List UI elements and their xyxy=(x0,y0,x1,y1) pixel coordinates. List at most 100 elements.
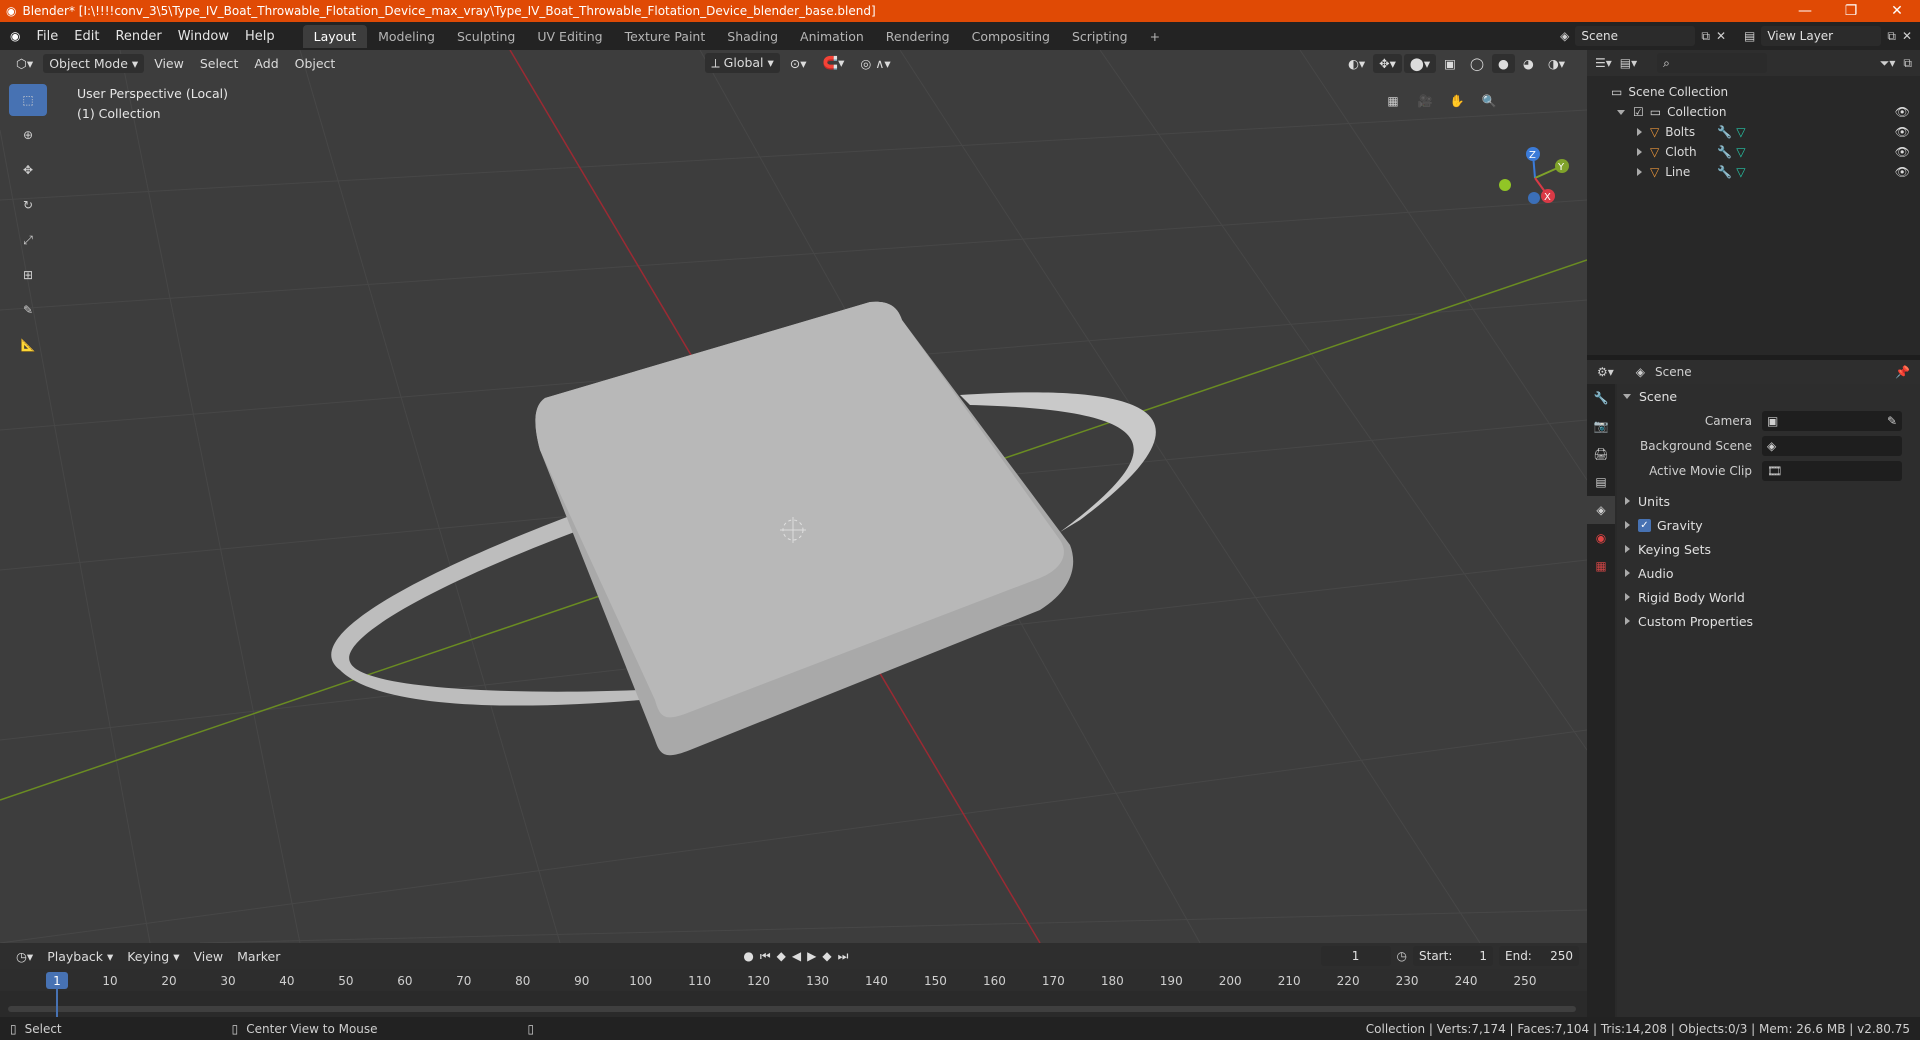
tab-scene[interactable]: ◈ xyxy=(1587,496,1615,524)
pan-hand-icon[interactable]: ✋ xyxy=(1444,88,1470,114)
blender-menu-icon[interactable]: ◉ xyxy=(0,29,28,43)
properties-editor-icon[interactable]: ⚙▾ xyxy=(1597,365,1614,379)
tab-uv-editing[interactable]: UV Editing xyxy=(526,25,613,48)
menu-object[interactable]: Object xyxy=(289,54,342,73)
camera-field[interactable]: ▣ ✎ xyxy=(1762,410,1902,431)
custom-properties-panel[interactable]: Custom Properties xyxy=(1617,609,1920,633)
xray-icon[interactable]: ▣ xyxy=(1438,54,1462,73)
snap-icon[interactable]: 🧲▾ xyxy=(817,53,851,73)
viewlayer-selector[interactable]: View Layer xyxy=(1761,26,1882,46)
end-frame-field[interactable]: End: 250 xyxy=(1499,946,1579,966)
next-keyframe-icon[interactable]: ◆ xyxy=(822,949,831,964)
menu-render[interactable]: Render xyxy=(107,29,169,44)
tab-tool[interactable]: 🔧 xyxy=(1587,384,1615,412)
outliner-item-cloth[interactable]: ▽ Cloth 🔧 ▽ 👁 xyxy=(1587,142,1920,162)
keying-sets-panel[interactable]: Keying Sets xyxy=(1617,537,1920,561)
record-icon[interactable]: ● xyxy=(743,949,753,964)
eye-icon[interactable]: 👁 xyxy=(1895,165,1910,179)
close-button[interactable]: ✕ xyxy=(1874,3,1920,19)
wireframe-shading-icon[interactable]: ◯ xyxy=(1464,54,1490,73)
move-tool[interactable]: ✥ xyxy=(9,154,47,186)
tab-output[interactable]: 🖨 xyxy=(1587,440,1615,468)
zoom-icon[interactable]: 🔍 xyxy=(1476,88,1502,114)
outliner-item-bolts[interactable]: ▽ Bolts 🔧 ▽ 👁 xyxy=(1587,122,1920,142)
material-shading-icon[interactable]: ◕ xyxy=(1517,54,1540,73)
mode-dropdown[interactable]: Object Mode ▾ xyxy=(43,53,145,73)
rotate-tool[interactable]: ↻ xyxy=(9,189,47,221)
audio-panel[interactable]: Audio xyxy=(1617,561,1920,585)
eye-icon[interactable]: 👁 xyxy=(1895,125,1910,139)
navigation-gizmo[interactable]: Z Y X xyxy=(1499,147,1569,204)
tab-modeling[interactable]: Modeling xyxy=(367,25,446,48)
editor-type-icon[interactable]: ⬡▾ xyxy=(10,54,39,73)
expand-arrow-icon[interactable] xyxy=(1637,168,1642,176)
tab-viewlayer[interactable]: ▤ xyxy=(1587,468,1615,496)
delete-scene-icon[interactable]: ✕ xyxy=(1716,29,1726,43)
timeline-view-menu[interactable]: View xyxy=(187,947,229,966)
outliner-item-line[interactable]: ▽ Line 🔧 ▽ 👁 xyxy=(1587,162,1920,182)
camera-view-icon[interactable]: 🎥 xyxy=(1412,88,1438,114)
3d-viewport[interactable]: Z Y X xyxy=(0,50,1587,943)
play-reverse-icon[interactable]: ◀ xyxy=(792,949,801,964)
outliner-search-input[interactable]: ⌕ xyxy=(1657,53,1768,73)
expand-arrow-icon[interactable] xyxy=(1637,148,1642,156)
display-mode-icon[interactable]: ▤▾ xyxy=(1620,56,1637,70)
outliner-scene-collection[interactable]: ▭ Scene Collection xyxy=(1587,82,1920,102)
prev-keyframe-icon[interactable]: ◆ xyxy=(777,949,786,964)
tab-shading[interactable]: Shading xyxy=(716,25,789,48)
maximize-button[interactable]: ❐ xyxy=(1828,3,1874,19)
menu-window[interactable]: Window xyxy=(170,29,237,44)
minimize-button[interactable]: — xyxy=(1782,3,1828,19)
add-workspace-button[interactable]: + xyxy=(1139,25,1171,48)
movie-clip-field[interactable]: 🎞 xyxy=(1762,460,1902,481)
menu-help[interactable]: Help xyxy=(237,29,283,44)
outliner-editor-icon[interactable]: ☰▾ xyxy=(1595,56,1612,70)
keying-menu[interactable]: Keying ▾ xyxy=(121,947,185,966)
eye-icon[interactable]: 👁 xyxy=(1895,105,1910,119)
marker-menu[interactable]: Marker xyxy=(231,947,286,966)
jump-start-icon[interactable]: ⏮ xyxy=(760,949,771,964)
proportional-edit-icon[interactable]: ◎ ∧▾ xyxy=(854,54,896,73)
grid-view-icon[interactable]: ▦ xyxy=(1380,88,1406,114)
pivot-icon[interactable]: ⊙▾ xyxy=(784,54,813,73)
visibility-icon[interactable]: ◐▾ xyxy=(1342,54,1371,73)
tab-render[interactable]: 📷 xyxy=(1587,412,1615,440)
collection-checkbox[interactable]: ☑ xyxy=(1633,105,1644,119)
measure-tool[interactable]: 📐 xyxy=(9,329,47,361)
tab-animation[interactable]: Animation xyxy=(789,25,875,48)
start-frame-field[interactable]: Start: 1 xyxy=(1413,946,1493,966)
play-icon[interactable]: ▶ xyxy=(807,949,816,964)
jump-end-icon[interactable]: ⏭ xyxy=(838,949,849,964)
orientation-dropdown[interactable]: ⟂ Global ▾ xyxy=(705,53,780,73)
outliner-collection[interactable]: ☑ ▭ Collection 👁 xyxy=(1587,102,1920,122)
eyedropper-icon[interactable]: ✎ xyxy=(1887,414,1897,428)
timeline-editor-icon[interactable]: ◷▾ xyxy=(10,947,39,966)
new-scene-icon[interactable]: ⧉ xyxy=(1701,29,1710,44)
tab-layout[interactable]: Layout xyxy=(302,24,368,48)
menu-add[interactable]: Add xyxy=(248,54,284,73)
units-panel[interactable]: Units xyxy=(1617,489,1920,513)
background-scene-field[interactable]: ◈ xyxy=(1762,435,1902,456)
timeline-scrollbar[interactable] xyxy=(8,1006,1576,1012)
current-frame-field[interactable]: 1 xyxy=(1320,946,1391,966)
tab-sculpting[interactable]: Sculpting xyxy=(446,25,526,48)
gizmo-toggle-icon[interactable]: ✥▾ xyxy=(1373,53,1402,73)
cursor-tool[interactable]: ⊕ xyxy=(9,119,47,151)
menu-view[interactable]: View xyxy=(148,54,190,73)
gravity-checkbox[interactable]: ✓ xyxy=(1638,518,1651,532)
tab-compositing[interactable]: Compositing xyxy=(961,25,1061,48)
scene-selector[interactable]: Scene xyxy=(1575,26,1696,46)
new-collection-icon[interactable]: ⧉ xyxy=(1903,56,1912,71)
expand-arrow-icon[interactable] xyxy=(1637,128,1642,136)
menu-select[interactable]: Select xyxy=(194,54,245,73)
transform-tool[interactable]: ⊞ xyxy=(9,259,47,291)
gravity-panel[interactable]: ✓ Gravity xyxy=(1617,513,1920,537)
rigid-body-world-panel[interactable]: Rigid Body World xyxy=(1617,585,1920,609)
tab-rendering[interactable]: Rendering xyxy=(875,25,961,48)
overlay-toggle-icon[interactable]: ⬤▾ xyxy=(1403,53,1437,73)
clock-icon[interactable]: ◷ xyxy=(1397,949,1407,963)
select-box-tool[interactable]: ⬚ xyxy=(9,84,47,116)
tab-world[interactable]: ◉ xyxy=(1587,524,1615,552)
tab-scripting[interactable]: Scripting xyxy=(1061,25,1139,48)
gizmo-neg-y-icon[interactable] xyxy=(1499,179,1511,191)
